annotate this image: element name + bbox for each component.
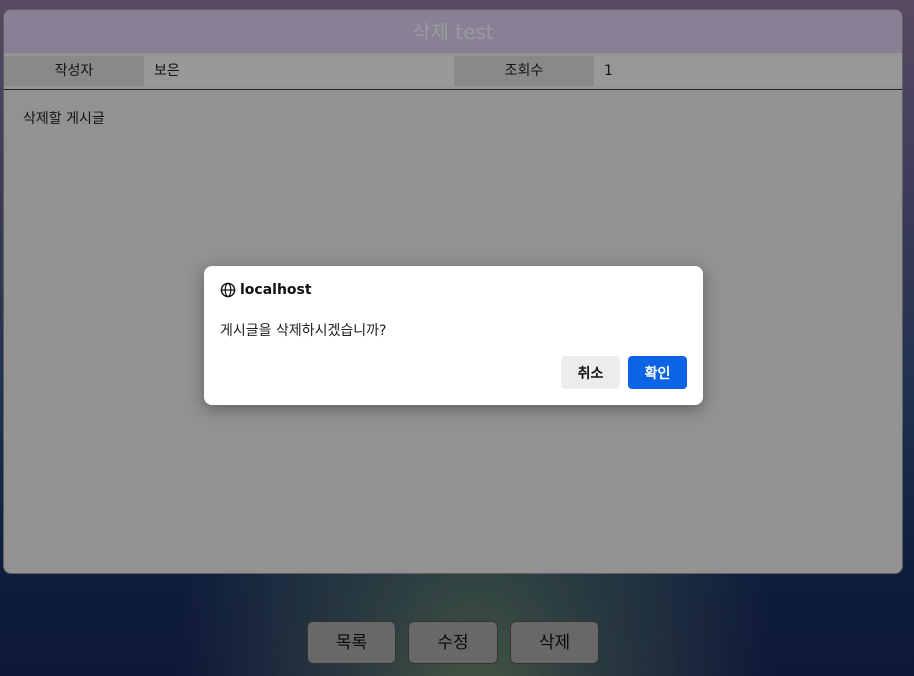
confirm-button[interactable]: 확인: [628, 356, 687, 389]
dialog-origin: localhost: [240, 282, 312, 298]
globe-icon: [220, 282, 236, 298]
cancel-button[interactable]: 취소: [561, 356, 620, 389]
confirm-dialog: localhost 게시글을 삭제하시겠습니까? 취소 확인: [204, 266, 703, 405]
dialog-header: localhost: [220, 282, 312, 298]
dialog-message: 게시글을 삭제하시겠습니까?: [220, 323, 387, 339]
